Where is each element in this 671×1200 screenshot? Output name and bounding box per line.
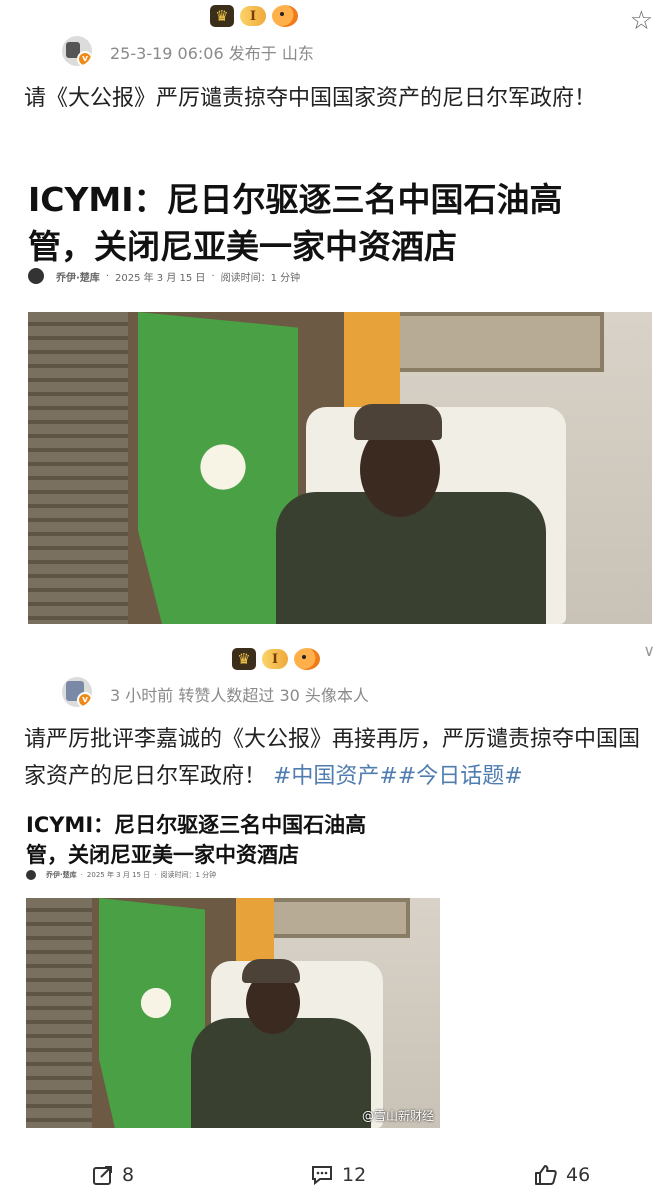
crown-icon: ♛ — [210, 5, 234, 27]
level-badge: I — [240, 6, 267, 26]
like-count: 46 — [566, 1164, 591, 1186]
verified-icon: v — [77, 692, 92, 707]
dot: · — [211, 270, 215, 282]
article-photo: @雪山新财经 — [26, 898, 440, 1128]
user-badges[interactable]: ♛ I — [210, 5, 299, 27]
fish-icon — [294, 648, 321, 670]
post-1: ♛ I ☆ v 25-3-19 06:06 发布于 山东 请《大公报》严厉谴责掠… — [0, 0, 671, 632]
article-title-line-2: 管，关闭尼亚美一家中资酒店 — [28, 227, 457, 266]
dot: · — [80, 871, 83, 879]
article-title-line-1: ICYMI：尼日尔驱逐三名中国石油高 — [26, 813, 367, 837]
fish-icon — [272, 5, 299, 27]
repost-icon — [93, 1166, 112, 1185]
dot: · — [154, 871, 157, 879]
comment-count: 12 — [342, 1164, 367, 1186]
user-badges-2[interactable]: ♛ I — [232, 648, 321, 670]
author-avatar — [28, 268, 44, 284]
post-meta: 25-3-19 06:06 发布于 山东 — [110, 44, 314, 63]
action-bar: 8 12 46 — [0, 1150, 671, 1200]
repost-button[interactable]: 8 — [92, 1164, 134, 1186]
level-badge: I — [262, 649, 289, 669]
crown-icon: ♛ — [232, 648, 256, 670]
article-byline: 乔伊·楚库 · 2025 年 3 月 15 日 · 阅读时间：1 分钟 — [26, 870, 216, 880]
article-title: ICYMI：尼日尔驱逐三名中国石油高 管，关闭尼亚美一家中资酒店 — [26, 810, 366, 870]
article-byline: 乔伊·楚库 · 2025 年 3 月 15 日 · 阅读时间：1 分钟 — [28, 268, 300, 284]
avatar[interactable]: v — [62, 677, 92, 707]
post-text: 请《大公报》严厉谴责掠夺中国国家资产的尼日尔军政府！ — [24, 86, 597, 111]
hashtag-link[interactable]: #中国资产##今日话题# — [273, 764, 523, 789]
article-title-line-2: 管，关闭尼亚美一家中资酒店 — [26, 843, 299, 867]
read-time: 阅读时间：1 分钟 — [160, 871, 217, 879]
comment-icon — [312, 1166, 332, 1186]
repost-count: 8 — [122, 1164, 135, 1186]
article-image[interactable]: ICYMI：尼日尔驱逐三名中国石油高 管，关闭尼亚美一家中资酒店 乔伊·楚库 ·… — [24, 806, 440, 1128]
watermark: @雪山新财经 — [361, 1109, 434, 1123]
author-name: 乔伊·楚库 — [46, 871, 77, 879]
article-title: ICYMI：尼日尔驱逐三名中国石油高 管，关闭尼亚美一家中资酒店 — [28, 176, 563, 270]
post-meta: 3 小时前 转赞人数超过 30 头像本人 — [110, 686, 369, 705]
read-time: 阅读时间：1 分钟 — [220, 272, 301, 284]
author-avatar — [26, 870, 36, 880]
article-title-line-1: ICYMI：尼日尔驱逐三名中国石油高 — [28, 180, 563, 219]
verified-icon: v — [77, 51, 92, 66]
like-button[interactable]: 46 — [534, 1163, 590, 1187]
comment-button[interactable]: 12 — [310, 1164, 366, 1186]
avatar[interactable]: v — [62, 36, 92, 66]
chevron-down-icon[interactable]: ∨ — [643, 641, 655, 660]
dot: · — [105, 270, 109, 282]
article-photo — [28, 312, 652, 624]
article-date: 2025 年 3 月 15 日 — [115, 272, 206, 284]
article-image[interactable]: ICYMI：尼日尔驱逐三名中国石油高 管，关闭尼亚美一家中资酒店 乔伊·楚库 ·… — [24, 168, 652, 630]
article-date: 2025 年 3 月 15 日 — [86, 871, 151, 879]
post-text: 请严厉批评李嘉诚的《大公报》再接再厉，严厉谴责掠夺中国国家资产的尼日尔军政府！ … — [24, 721, 652, 795]
star-icon[interactable]: ☆ — [630, 6, 653, 36]
author-name: 乔伊·楚库 — [56, 272, 100, 284]
like-icon — [535, 1165, 557, 1185]
